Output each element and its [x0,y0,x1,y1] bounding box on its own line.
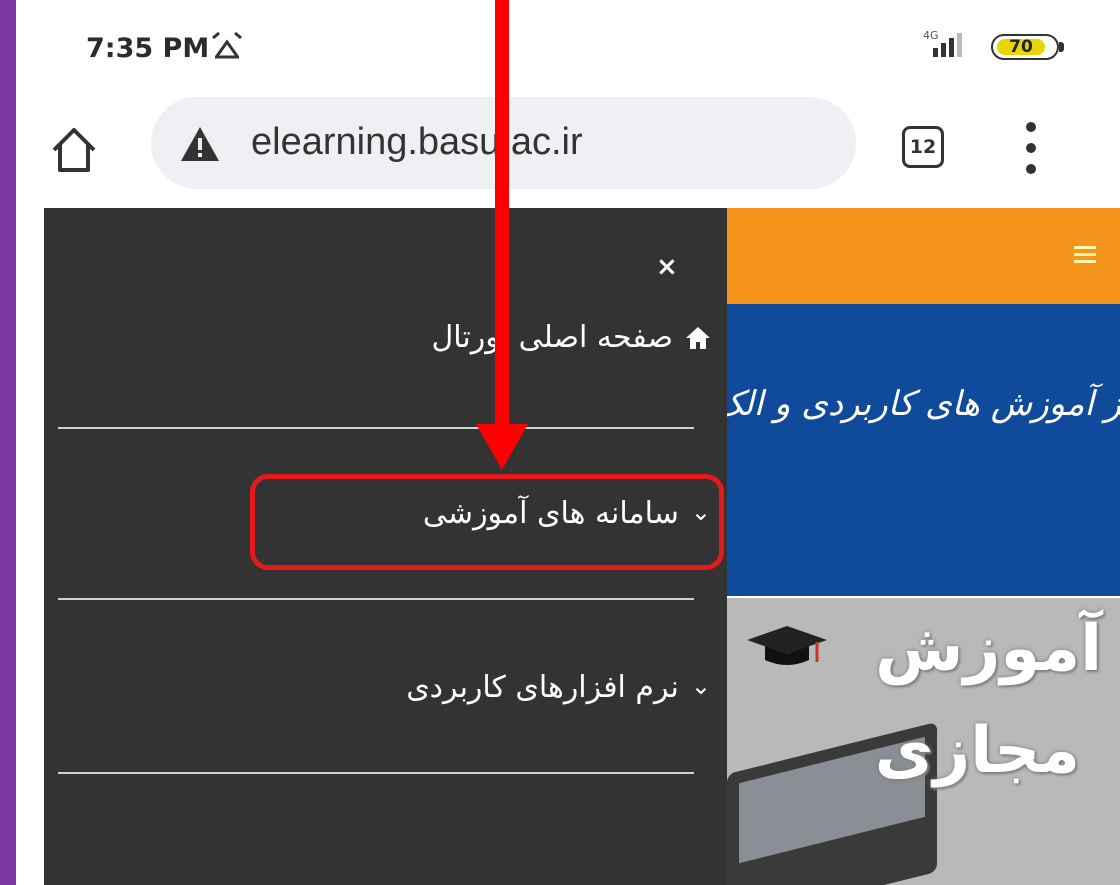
browser-toolbar: elearning.basu.ac.ir 12 [16,90,1120,208]
side-drawer: × صفحه اصلی پورتال ⌄ سامانه های آموزشی ⌄… [44,208,727,885]
highlight-box [250,474,724,570]
site-banner: مرکز آموزش های کاربردی و الک [727,304,1120,596]
divider [58,598,694,600]
close-icon[interactable]: × [656,252,678,282]
banner-text: مرکز آموزش های کاربردی و الک [727,384,1120,424]
tabs-button[interactable]: 12 [902,126,944,168]
promo-image: آموزش مجازی [727,598,1120,885]
web-page: × صفحه اصلی پورتال ⌄ سامانه های آموزشی ⌄… [16,208,1120,885]
chevron-down-icon: ⌄ [690,671,711,700]
battery-level: 70 [1009,37,1033,57]
home-icon [686,326,710,349]
site-header [727,208,1120,304]
divider [58,772,694,774]
battery-icon: 70 [991,34,1064,60]
drawer-item-label: صفحه اصلی پورتال [431,320,673,355]
network-label: 4G [923,29,939,42]
divider [58,427,694,429]
arrow-head-icon [476,424,528,470]
promo-title-line2: مجازی [874,714,1080,788]
phone-screen: 7:35 PM 4G 70 elearning.basu.ac.ir 12 × … [16,0,1120,885]
graduation-cap-icon [747,626,827,665]
hamburger-icon[interactable] [1074,246,1096,264]
drawer-item-applied-software[interactable]: ⌄ نرم افزارهای کاربردی [406,670,711,705]
drawer-item-portal-home[interactable]: صفحه اصلی پورتال [431,320,711,355]
annotation-arrow [495,0,509,430]
status-bar: 7:35 PM 4G 70 [16,0,1120,90]
signal-icon: 4G [923,29,962,57]
battery-tip [1059,42,1064,52]
warning-icon [181,127,219,161]
more-options-icon[interactable] [1016,118,1046,178]
promo-title-line1: آموزش [875,612,1102,686]
url-text: elearning.basu.ac.ir [251,121,583,163]
drawer-item-label: نرم افزارهای کاربردی [406,670,679,705]
alarm-icon [212,31,242,59]
status-time: 7:35 PM [86,33,210,64]
home-icon[interactable] [46,122,102,178]
